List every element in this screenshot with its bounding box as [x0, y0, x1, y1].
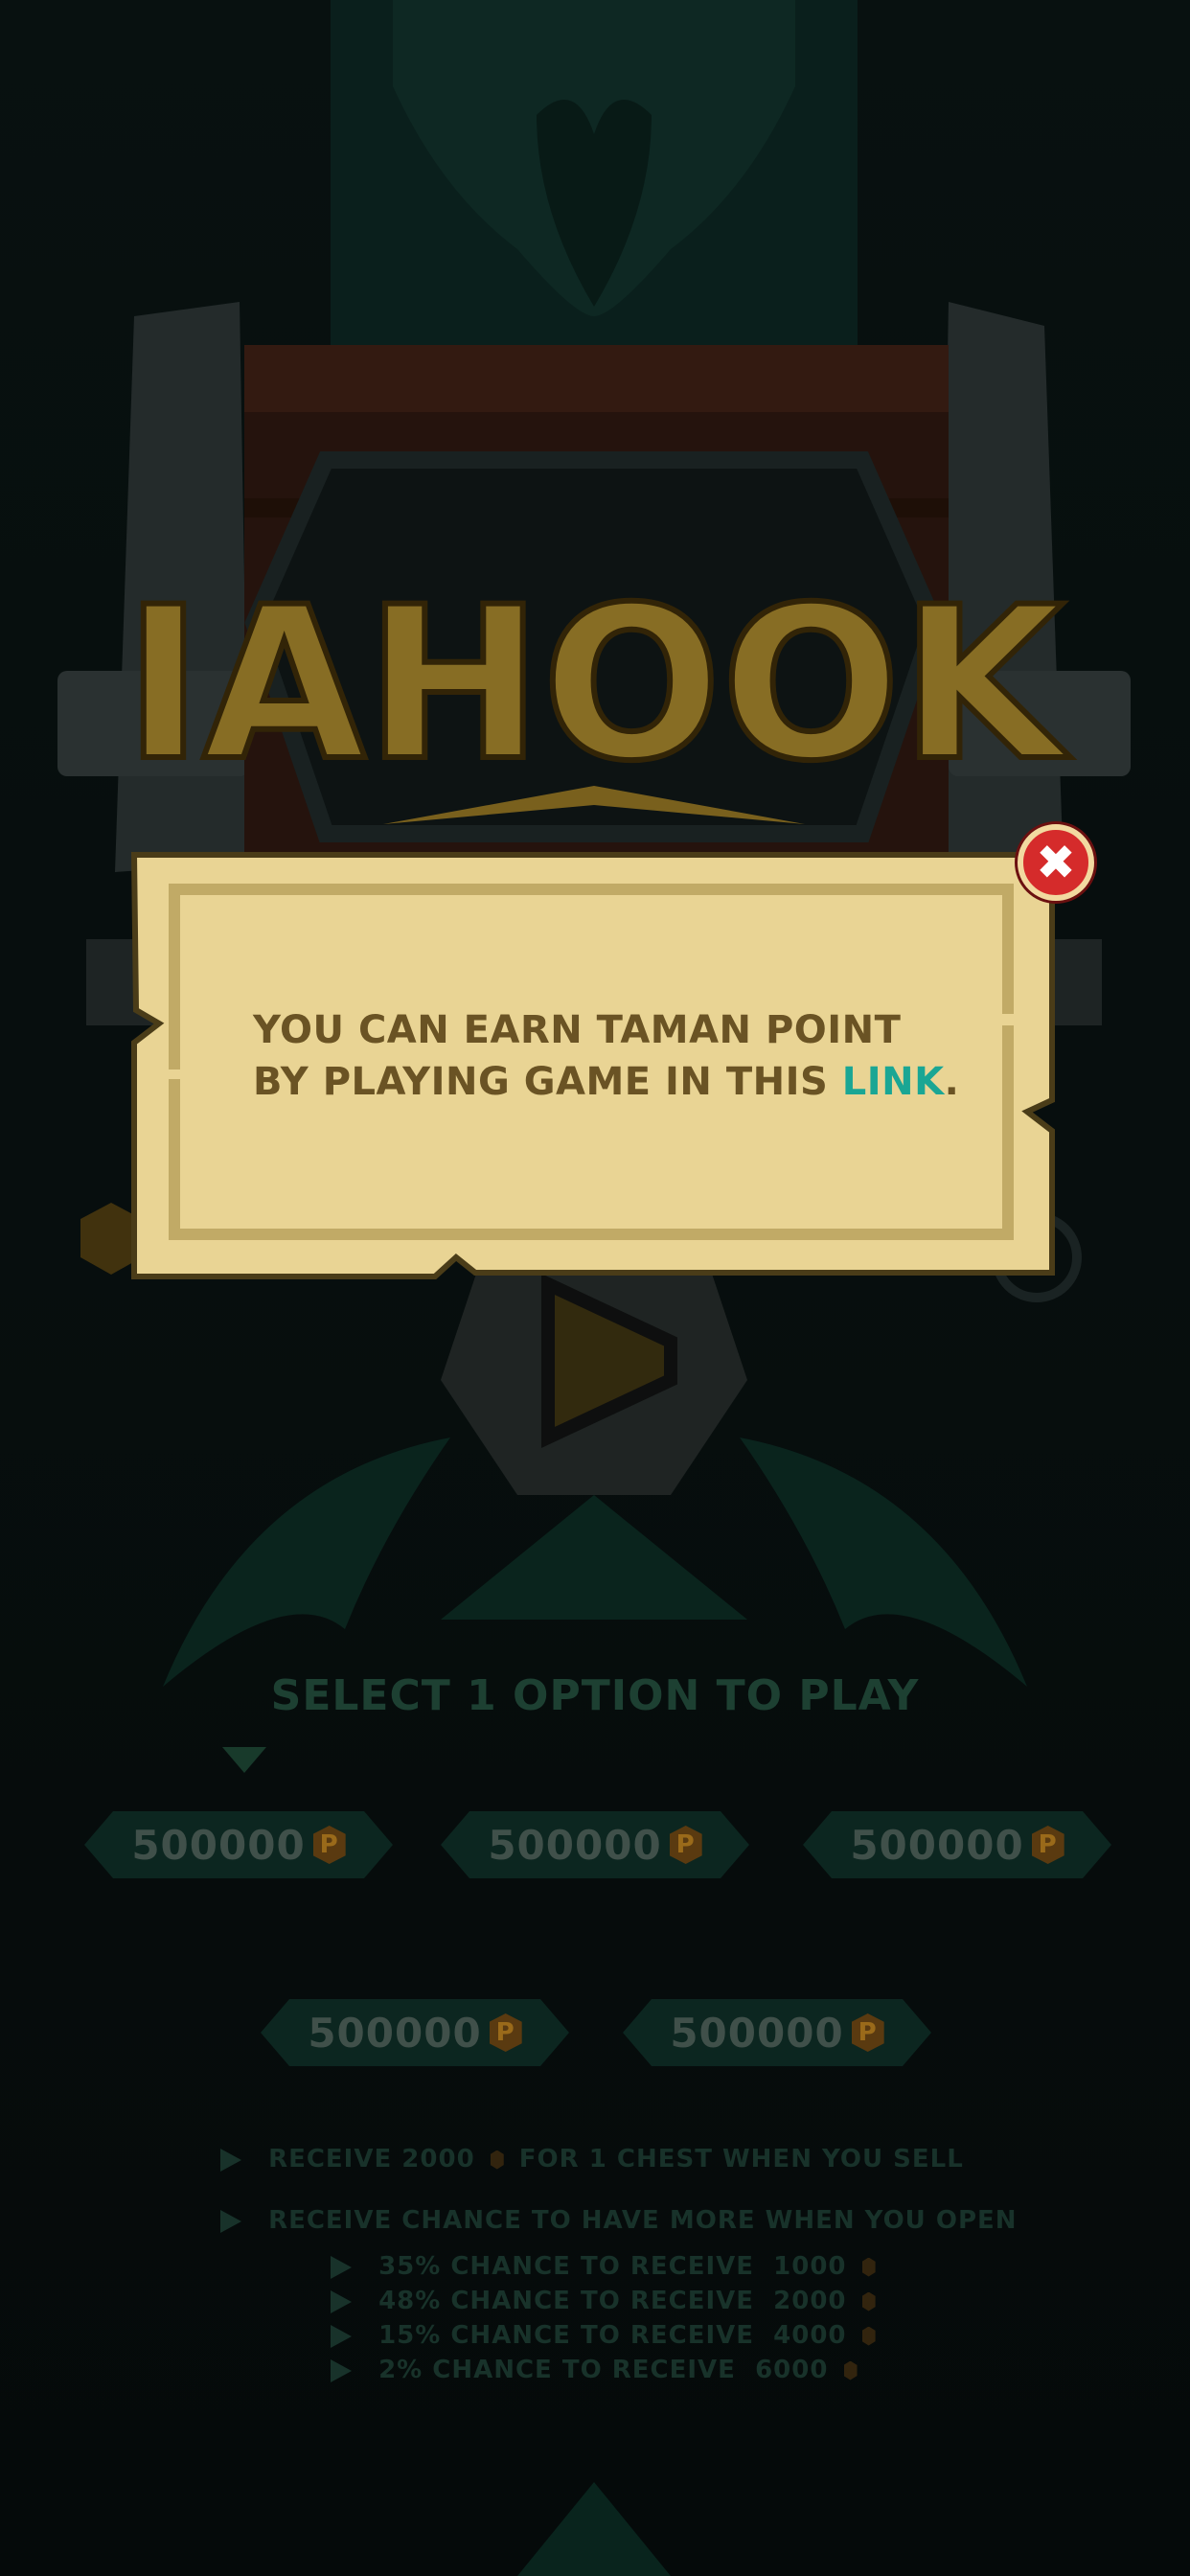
info-popup: YOU CAN EARN TAMAN POINT BY PLAYING GAME… — [130, 851, 1056, 1280]
close-popup-button[interactable]: ✖ — [1018, 824, 1094, 901]
popup-message: YOU CAN EARN TAMAN POINT BY PLAYING GAME… — [253, 1008, 960, 1104]
modal-overlay — [0, 0, 1190, 2576]
close-x-icon: ✖ — [1036, 835, 1076, 890]
taman-point-link[interactable]: LINK — [842, 1060, 945, 1104]
